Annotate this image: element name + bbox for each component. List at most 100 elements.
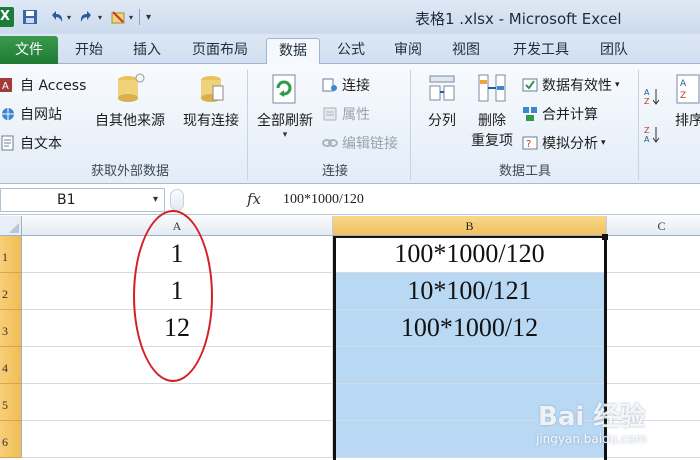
cell-b5[interactable] <box>333 384 607 421</box>
cell-a2[interactable]: 1 <box>22 273 333 310</box>
from-access-label: 自 Access <box>20 78 87 94</box>
sort-icon: AZ <box>673 72 700 106</box>
tab-formulas[interactable]: 公式 <box>328 38 374 64</box>
consolidate-icon <box>522 106 538 122</box>
row-header-1[interactable]: 1 <box>0 236 22 273</box>
from-access-button[interactable]: A 自 Access <box>0 74 86 96</box>
column-header-a[interactable]: A <box>22 216 333 236</box>
sort-descending-button[interactable]: ZA <box>644 122 664 144</box>
data-validation-label: 数据有效性 <box>542 78 612 94</box>
row-header-3[interactable]: 3 <box>0 310 22 347</box>
from-text-label: 自文本 <box>20 136 62 152</box>
customize-qat-icon[interactable]: ▾ <box>146 12 151 23</box>
tab-developer[interactable]: 开发工具 <box>502 38 580 64</box>
refresh-all-button[interactable]: 全部刷新 ▾ <box>252 72 318 140</box>
from-other-sources-label: 自其他来源 <box>95 113 165 129</box>
edit-links-button[interactable]: 编辑链接 <box>322 132 398 154</box>
cell-b4[interactable] <box>333 347 607 384</box>
group-data-tools-label: 数据工具 <box>498 164 551 179</box>
row-header-5[interactable]: 5 <box>0 384 22 421</box>
cell-c2[interactable] <box>607 273 700 310</box>
qat-separator <box>139 9 141 25</box>
cell-b1[interactable]: 100*1000/120 <box>333 236 607 273</box>
name-box[interactable]: B1 ▾ <box>0 188 165 212</box>
database-icon <box>195 72 227 106</box>
existing-connections-button[interactable]: 现有连接 <box>178 72 244 130</box>
cell-a6[interactable] <box>22 421 333 458</box>
cell-b6[interactable] <box>333 421 607 458</box>
tab-page-layout[interactable]: 页面布局 <box>182 38 258 64</box>
svg-text:A: A <box>644 88 650 97</box>
connections-button[interactable]: 连接 <box>322 74 370 96</box>
column-header-c[interactable]: C <box>607 216 700 236</box>
refresh-all-label: 全部刷新 <box>257 113 313 129</box>
tab-review[interactable]: 审阅 <box>384 38 432 64</box>
tab-insert[interactable]: 插入 <box>122 38 172 64</box>
svg-text:Z: Z <box>644 97 650 106</box>
cell-c6[interactable] <box>607 421 700 458</box>
refresh-icon <box>269 72 301 106</box>
window-title: 表格1 .xlsx - Microsoft Excel <box>415 10 622 28</box>
row-header-2[interactable]: 2 <box>0 273 22 310</box>
remove-duplicates-icon <box>476 72 508 106</box>
from-web-label: 自网站 <box>20 107 62 123</box>
insert-function-icon[interactable]: fx <box>247 190 261 208</box>
from-text-button[interactable]: 自文本 <box>0 132 62 154</box>
what-if-dropdown-icon[interactable]: ▾ <box>601 138 606 148</box>
redo-icon[interactable] <box>77 7 97 27</box>
text-to-columns-button[interactable]: 分列 <box>418 72 466 130</box>
validation-icon <box>522 77 538 93</box>
cell-b2[interactable]: 10*100/121 <box>333 273 607 310</box>
name-box-value: B1 <box>57 192 76 208</box>
format-icon[interactable] <box>108 7 128 27</box>
redo-dropdown-icon[interactable]: ▾ <box>98 13 102 22</box>
cell-a1[interactable]: 1 <box>22 236 333 273</box>
cell-a4[interactable] <box>22 347 333 384</box>
quick-access-toolbar: X ▾ ▾ ▾ ▾ <box>0 7 151 27</box>
cell-c5[interactable] <box>607 384 700 421</box>
tab-team[interactable]: 团队 <box>590 38 638 64</box>
svg-text:?: ? <box>526 139 531 150</box>
cell-a5[interactable] <box>22 384 333 421</box>
remove-duplicates-button[interactable]: 删除 重复项 <box>466 72 518 150</box>
select-all-button[interactable] <box>0 216 22 236</box>
row-header-4[interactable]: 4 <box>0 347 22 384</box>
name-box-dropdown-icon[interactable]: ▾ <box>153 189 158 211</box>
properties-button[interactable]: 属性 <box>322 103 370 125</box>
cell-c3[interactable] <box>607 310 700 347</box>
undo-icon[interactable] <box>46 7 66 27</box>
what-if-analysis-button[interactable]: ? 模拟分析 ▾ <box>522 132 606 154</box>
formula-bar-splitter[interactable] <box>170 189 184 211</box>
worksheet-grid: A B C 1 1 100*1000/120 2 1 10*100/121 3 … <box>0 216 700 460</box>
svg-text:A: A <box>2 81 9 92</box>
refresh-dropdown-icon[interactable]: ▾ <box>252 130 318 140</box>
cell-c1[interactable] <box>607 236 700 273</box>
sort-az-icon: AZ <box>644 87 660 106</box>
consolidate-button[interactable]: 合并计算 <box>522 103 598 125</box>
cell-c4[interactable] <box>607 347 700 384</box>
cell-b3[interactable]: 100*1000/12 <box>333 310 607 347</box>
tab-home[interactable]: 开始 <box>64 38 114 64</box>
cell-a3[interactable]: 12 <box>22 310 333 347</box>
fill-handle[interactable] <box>602 234 608 240</box>
format-dropdown-icon[interactable]: ▾ <box>129 13 133 22</box>
text-file-icon <box>0 135 16 151</box>
sort-button[interactable]: AZ 排序 <box>672 72 700 130</box>
formula-input[interactable]: 100*1000/120 <box>283 192 364 208</box>
group-separator <box>638 70 639 180</box>
connections-icon <box>322 77 338 93</box>
column-header-b[interactable]: B <box>333 216 607 236</box>
sort-ascending-button[interactable]: AZ <box>644 84 664 106</box>
tab-file[interactable]: 文件 <box>0 36 58 64</box>
tab-data[interactable]: 数据 <box>266 38 320 65</box>
save-icon[interactable] <box>20 7 40 27</box>
from-web-button[interactable]: 自网站 <box>0 103 62 125</box>
validation-dropdown-icon[interactable]: ▾ <box>615 80 620 90</box>
ribbon-tabs: 文件 开始 插入 页面布局 数据 公式 审阅 视图 开发工具 团队 <box>0 34 700 65</box>
from-other-sources-button[interactable]: 自其他来源 <box>92 72 168 130</box>
data-validation-button[interactable]: 数据有效性 ▾ <box>522 74 620 96</box>
undo-dropdown-icon[interactable]: ▾ <box>67 13 71 22</box>
excel-logo-icon[interactable]: X <box>0 7 14 27</box>
tab-view[interactable]: 视图 <box>442 38 490 64</box>
row-header-6[interactable]: 6 <box>0 421 22 458</box>
